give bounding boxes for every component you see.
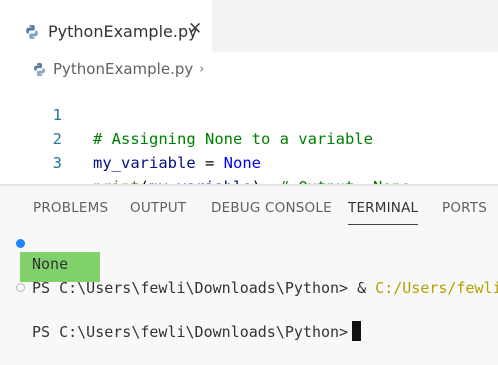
code-variable: my_variable — [93, 154, 196, 172]
code-line: 2 my_variable = None — [0, 103, 498, 172]
command-success-icon[interactable] — [16, 239, 25, 248]
tab-debug-console[interactable]: DEBUG CONSOLE — [211, 200, 332, 216]
terminal-line[interactable]: PS C:\Users\fewli\Downloads\Python> — [0, 277, 498, 341]
tab-output[interactable]: OUTPUT — [130, 200, 186, 216]
code-editor[interactable]: PythonExample.py › 1 # Assigning None to… — [0, 52, 498, 196]
terminal-prompt: PS C:\Users\fewli\Downloads\Python> — [32, 323, 349, 341]
tab-ports[interactable]: PORTS — [442, 200, 487, 216]
terminal-output: None — [32, 255, 69, 273]
breadcrumb: PythonExample.py › — [32, 58, 204, 80]
line-number: 3 — [52, 154, 62, 172]
code-line: 1 # Assigning None to a variable — [0, 79, 498, 148]
editor-tab-bar: PythonExample.py ✕ — [0, 0, 498, 54]
python-file-icon — [32, 62, 47, 77]
terminal-cursor — [352, 321, 362, 341]
command-pending-icon — [16, 283, 25, 292]
code-keyword: None — [223, 154, 261, 172]
code-line: 3 print(my_variable) # Output: None — [0, 127, 498, 196]
tab-problems[interactable]: PROBLEMS — [33, 200, 108, 216]
code-operator: = — [195, 154, 224, 172]
breadcrumb-file[interactable]: PythonExample.py — [53, 60, 193, 78]
close-icon[interactable]: ✕ — [188, 19, 202, 39]
breadcrumb-separator: › — [199, 61, 205, 77]
python-file-icon — [24, 24, 40, 44]
tab-terminal[interactable]: TERMINAL — [348, 200, 419, 225]
bottom-panel: PROBLEMS OUTPUT DEBUG CONSOLE TERMINAL P… — [0, 186, 498, 341]
tab-title: PythonExample.py — [48, 22, 198, 41]
editor-tab[interactable]: PythonExample.py ✕ — [0, 0, 212, 54]
